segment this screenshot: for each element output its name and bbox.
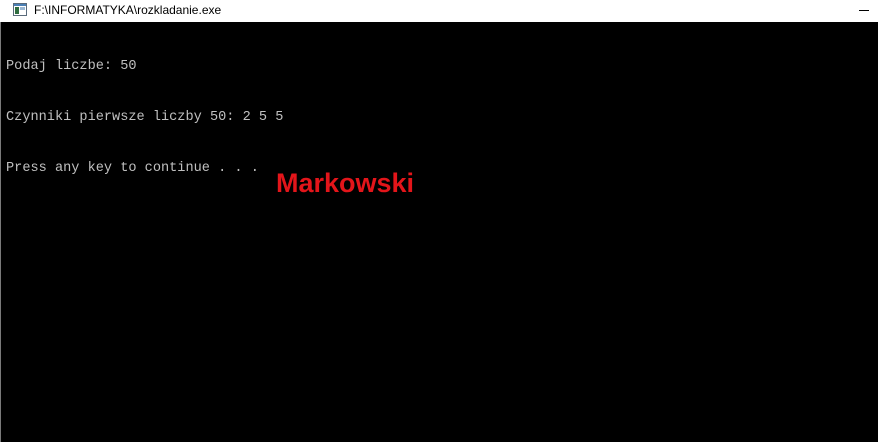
console-area[interactable]: Podaj liczbe: 50 Czynniki pierwsze liczb… <box>0 22 878 442</box>
console-window: F:\INFORMATYKA\rozkladanie.exe Podaj lic… <box>0 0 878 442</box>
console-line: Press any key to continue . . . <box>6 161 259 176</box>
minimize-icon <box>859 10 869 11</box>
console-output: Podaj liczbe: 50 Czynniki pierwsze liczb… <box>6 24 283 211</box>
console-line: Czynniki pierwsze liczby 50: 2 5 5 <box>6 110 284 125</box>
console-line: Podaj liczbe: 50 <box>6 59 137 74</box>
watermark-text: Markowski <box>276 168 415 198</box>
console-app-icon <box>13 3 27 16</box>
title-bar[interactable]: F:\INFORMATYKA\rozkladanie.exe <box>0 0 878 22</box>
window-title: F:\INFORMATYKA\rozkladanie.exe <box>34 3 222 17</box>
minimize-button[interactable] <box>848 0 878 22</box>
